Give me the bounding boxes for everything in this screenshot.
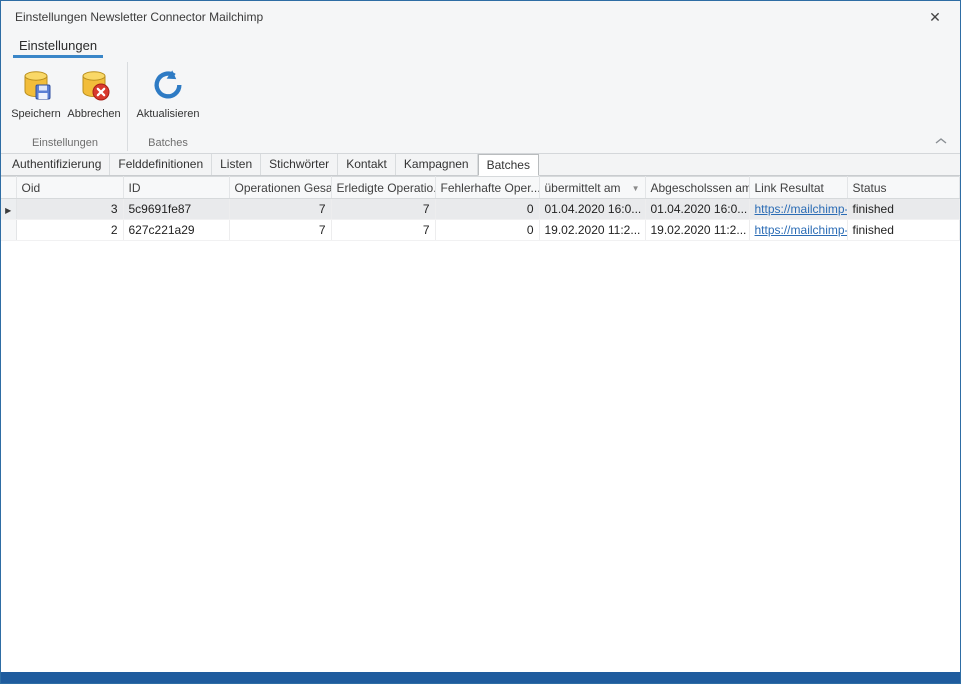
cell-abgeschlossen-am: 19.02.2020 11:2... bbox=[645, 220, 749, 241]
grid-header-oid[interactable]: Oid bbox=[16, 177, 123, 199]
grid-header-uebermittelt-am[interactable]: ▼ übermittelt am bbox=[539, 177, 645, 199]
tab-stichwoerter[interactable]: Stichwörter bbox=[261, 154, 338, 175]
row-indicator-cell: ▶ bbox=[1, 199, 16, 220]
bottom-accent-bar bbox=[1, 672, 960, 683]
sort-desc-icon[interactable]: ▼ bbox=[632, 184, 640, 193]
grid-header-fehlerhafte-operationen[interactable]: Fehlerhafte Oper... bbox=[435, 177, 539, 199]
table-row[interactable]: 2 627c221a29 7 7 0 19.02.2020 11:2... 19… bbox=[1, 220, 960, 241]
tab-kontakt[interactable]: Kontakt bbox=[338, 154, 396, 175]
ribbon-tab-row: Einstellungen bbox=[1, 32, 960, 58]
cell-oid: 3 bbox=[16, 199, 123, 220]
tab-kampagnen[interactable]: Kampagnen bbox=[396, 154, 478, 175]
cell-uebermittelt-am: 01.04.2020 16:0... bbox=[539, 199, 645, 220]
page-tabstrip: Authentifizierung Felddefinitionen Liste… bbox=[1, 154, 960, 176]
grid-header-operationen-gesamt[interactable]: Operationen Gesa... bbox=[229, 177, 331, 199]
close-button[interactable]: ✕ bbox=[920, 2, 950, 32]
database-save-icon bbox=[19, 68, 53, 102]
uebermittelt-am-label: übermittelt am bbox=[545, 181, 621, 195]
chevron-up-icon bbox=[935, 132, 947, 150]
speichern-button[interactable]: Speichern bbox=[7, 64, 65, 124]
abbrechen-label: Abbrechen bbox=[67, 108, 120, 120]
cell-link-resultat: https://mailchimp-... bbox=[749, 199, 847, 220]
grid-header-status[interactable]: Status bbox=[847, 177, 960, 199]
ribbon: Speichern Abbrechen Einstellungen bbox=[1, 58, 960, 154]
link-resultat-link[interactable]: https://mailchimp-... bbox=[755, 223, 848, 237]
current-row-icon: ▶ bbox=[5, 206, 11, 215]
cell-erledigte-operationen: 7 bbox=[331, 220, 435, 241]
link-resultat-link[interactable]: https://mailchimp-... bbox=[755, 202, 848, 216]
grid-header-abgeschlossen-am[interactable]: Abgescholssen am bbox=[645, 177, 749, 199]
cell-oid: 2 bbox=[16, 220, 123, 241]
speichern-label: Speichern bbox=[11, 108, 61, 120]
cell-erledigte-operationen: 7 bbox=[331, 199, 435, 220]
settings-window: Einstellungen Newsletter Connector Mailc… bbox=[0, 0, 961, 684]
grid-header-indicator bbox=[1, 177, 16, 199]
ribbon-group-batches: Aktualisieren Batches bbox=[132, 58, 204, 153]
batches-table: Oid ID Operationen Gesa... Erledigte Ope… bbox=[1, 176, 960, 241]
cell-operationen-gesamt: 7 bbox=[229, 199, 331, 220]
cell-fehlerhafte-operationen: 0 bbox=[435, 220, 539, 241]
cell-status: finished bbox=[847, 220, 960, 241]
tab-felddefinitionen[interactable]: Felddefinitionen bbox=[110, 154, 212, 175]
cell-operationen-gesamt: 7 bbox=[229, 220, 331, 241]
cell-fehlerhafte-operationen: 0 bbox=[435, 199, 539, 220]
row-indicator-cell bbox=[1, 220, 16, 241]
aktualisieren-label: Aktualisieren bbox=[137, 108, 200, 120]
batches-grid-area: Oid ID Operationen Gesa... Erledigte Ope… bbox=[1, 176, 960, 672]
grid-header-row: Oid ID Operationen Gesa... Erledigte Ope… bbox=[1, 177, 960, 199]
cell-abgeschlossen-am: 01.04.2020 16:0... bbox=[645, 199, 749, 220]
table-row[interactable]: ▶ 3 5c9691fe87 7 7 0 01.04.2020 16:0... … bbox=[1, 199, 960, 220]
tab-batches[interactable]: Batches bbox=[478, 154, 539, 176]
abbrechen-button[interactable]: Abbrechen bbox=[65, 64, 123, 124]
group-label-einstellungen: Einstellungen bbox=[7, 135, 123, 153]
grid-header-id[interactable]: ID bbox=[123, 177, 229, 199]
cell-id: 627c221a29 bbox=[123, 220, 229, 241]
tab-authentifizierung[interactable]: Authentifizierung bbox=[4, 154, 110, 175]
ribbon-group-einstellungen: Speichern Abbrechen Einstellungen bbox=[7, 58, 123, 153]
grid-header-link-resultat[interactable]: Link Resultat bbox=[749, 177, 847, 199]
cell-link-resultat: https://mailchimp-... bbox=[749, 220, 847, 241]
ribbon-group-separator bbox=[127, 62, 128, 151]
grid-header-erledigte-operationen[interactable]: Erledigte Operatio... bbox=[331, 177, 435, 199]
tab-listen[interactable]: Listen bbox=[212, 154, 261, 175]
title-bar: Einstellungen Newsletter Connector Mailc… bbox=[1, 1, 960, 32]
aktualisieren-button[interactable]: Aktualisieren bbox=[132, 64, 204, 124]
cell-uebermittelt-am: 19.02.2020 11:2... bbox=[539, 220, 645, 241]
cell-status: finished bbox=[847, 199, 960, 220]
refresh-icon bbox=[151, 68, 185, 102]
group-label-batches: Batches bbox=[132, 135, 204, 153]
ribbon-tab-einstellungen[interactable]: Einstellungen bbox=[13, 35, 103, 58]
window-title: Einstellungen Newsletter Connector Mailc… bbox=[15, 10, 920, 24]
cell-id: 5c9691fe87 bbox=[123, 199, 229, 220]
database-cancel-icon bbox=[77, 68, 111, 102]
ribbon-collapse-button[interactable] bbox=[932, 133, 950, 149]
